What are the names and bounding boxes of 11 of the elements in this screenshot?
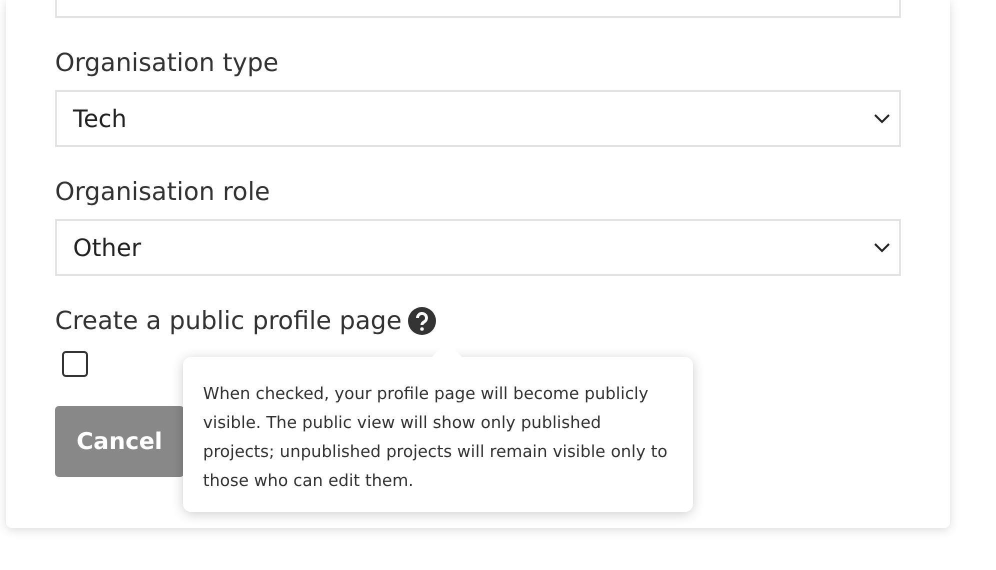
- chevron-down-icon: [873, 242, 891, 254]
- cancel-button[interactable]: Cancel: [55, 406, 184, 477]
- checkbox[interactable]: [62, 351, 88, 377]
- help-icon[interactable]: [408, 307, 436, 335]
- field-label: Organisation type: [55, 47, 279, 79]
- chevron-down-icon: [873, 112, 891, 124]
- tooltip-text: When checked, your profile page will become publicly visible. The public view will show only published projects; unpublished projects will remain visible only to those who can edit them.: [203, 383, 668, 492]
- select-field[interactable]: Other: [55, 219, 901, 276]
- field-label: Organisation role: [55, 176, 270, 208]
- select-field[interactable]: Tech: [55, 90, 901, 147]
- checkbox-label: Create a public profile page: [55, 305, 402, 337]
